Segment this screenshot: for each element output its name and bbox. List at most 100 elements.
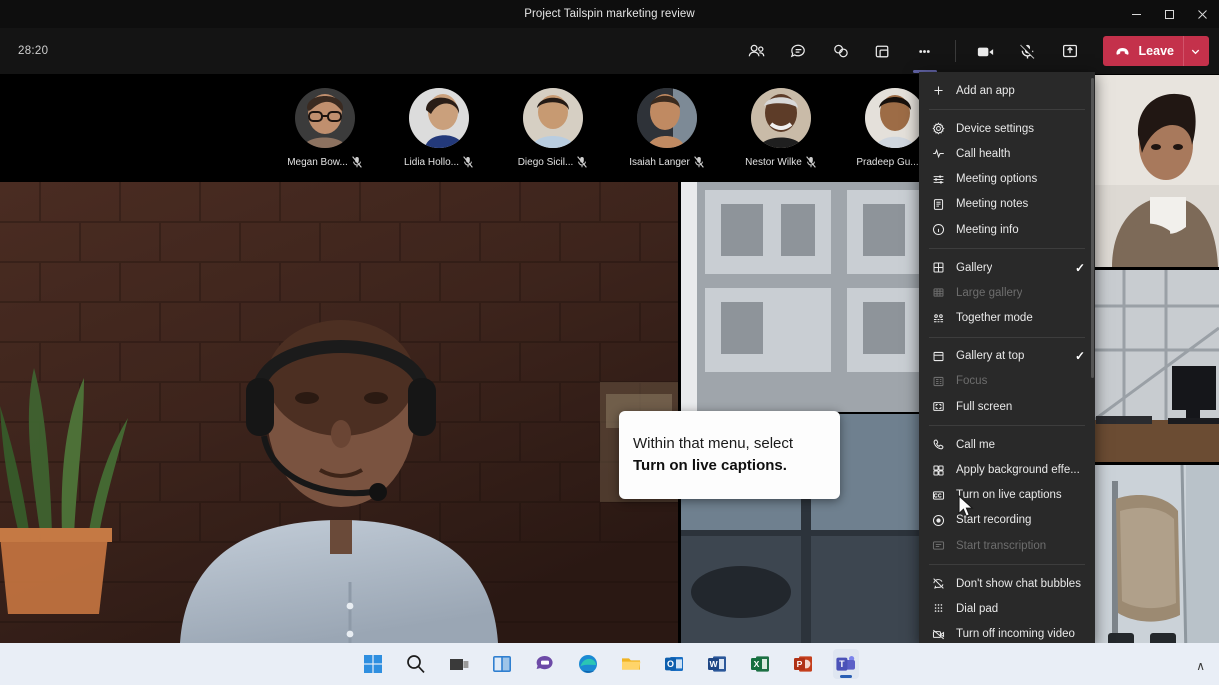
menu-item-label: Apply background effe... <box>956 464 1080 477</box>
edge-button[interactable] <box>575 649 601 679</box>
chat-button[interactable] <box>532 649 558 679</box>
word-button[interactable]: W <box>704 649 730 679</box>
breakout-rooms-button[interactable] <box>864 34 902 68</box>
menu-item-label: Turn on live captions <box>956 489 1062 502</box>
menu-item-dont-show-chat-bubbles[interactable]: Don't show chat bubbles <box>919 571 1095 596</box>
avatar[interactable] <box>636 88 697 148</box>
captions-icon <box>932 489 949 502</box>
participant-name-row: Isaiah Langer <box>629 156 704 168</box>
file-explorer-icon <box>622 658 641 670</box>
menu-item-together-mode[interactable]: Together mode <box>919 306 1095 331</box>
participant-card[interactable]: Diego Sicil... <box>517 88 589 168</box>
menu-item-label: Meeting options <box>956 173 1038 186</box>
callout-line-2: Turn on live captions. <box>633 457 787 474</box>
share-button[interactable] <box>1051 34 1089 68</box>
menu-item-focus: Focus <box>919 369 1095 394</box>
menu-item-call-health[interactable]: Call health <box>919 141 1095 166</box>
excel-button[interactable]: X <box>747 649 773 679</box>
plus-icon <box>932 84 949 97</box>
video-tile-participant-5[interactable] <box>1094 270 1219 462</box>
participant-card[interactable]: Lidia Hollo... <box>403 88 475 168</box>
avatar[interactable] <box>864 88 925 148</box>
meeting-toolbar: 28:20 Leave <box>0 28 1219 74</box>
reactions-button[interactable] <box>822 34 860 68</box>
menu-item-meeting-notes[interactable]: Meeting notes <box>919 192 1095 217</box>
mic-muted-icon <box>351 156 362 168</box>
menu-item-label: Device settings <box>956 122 1034 135</box>
more-actions-menu[interactable]: Add an app Device settings Call health Meet… <box>919 72 1095 645</box>
minimize-button[interactable] <box>1120 0 1153 28</box>
participant-card[interactable]: Nestor Wilke <box>745 88 817 168</box>
avatar-image <box>636 88 697 148</box>
edge-icon <box>579 655 597 673</box>
check-icon: ✓ <box>1074 349 1085 364</box>
video-tile-main-speaker[interactable] <box>0 182 678 643</box>
menu-item-label: Together mode <box>956 312 1033 325</box>
show-hidden-icons-button[interactable]: ∧ <box>1196 659 1205 673</box>
search-button[interactable] <box>403 649 429 679</box>
avatar-image <box>522 88 583 148</box>
callout-line-1: Within that menu, select <box>633 435 794 452</box>
avatar-image <box>750 88 811 148</box>
menu-item-full-screen[interactable]: Full screen <box>919 394 1095 419</box>
pulse-icon <box>932 147 949 160</box>
start-button[interactable] <box>360 649 386 679</box>
menu-item-start-recording[interactable]: Start recording <box>919 508 1095 533</box>
svg-text:P: P <box>797 659 803 669</box>
menu-separator <box>929 564 1085 566</box>
video-tile-participant-6[interactable] <box>1094 465 1219 657</box>
mic-muted-icon <box>806 156 816 168</box>
transcription-icon <box>932 539 949 552</box>
menu-item-apply-background[interactable]: Apply background effe... <box>919 457 1095 482</box>
menu-item-meeting-options[interactable]: Meeting options <box>919 167 1095 192</box>
task-view-button[interactable] <box>446 649 472 679</box>
camera-button[interactable] <box>967 34 1005 68</box>
menu-item-meeting-info[interactable]: Meeting info <box>919 217 1095 242</box>
more-actions-button[interactable] <box>906 34 944 73</box>
chat-button[interactable] <box>780 34 818 68</box>
video-tile-participant-4[interactable] <box>1094 75 1219 267</box>
leave-dropdown-button[interactable] <box>1183 36 1207 66</box>
maximize-button[interactable] <box>1153 0 1186 28</box>
check-icon: ✓ <box>1074 260 1085 275</box>
menu-item-gallery-at-top[interactable]: Gallery at top ✓ <box>919 344 1095 369</box>
toolbar-divider <box>954 40 956 62</box>
avatar[interactable] <box>408 88 469 148</box>
menu-item-add-an-app[interactable]: Add an app <box>919 78 1095 103</box>
participant-name: Pradeep Gu... <box>856 156 919 168</box>
menu-item-device-settings[interactable]: Device settings <box>919 116 1095 141</box>
avatar[interactable] <box>750 88 811 148</box>
participant-name-row: Nestor Wilke <box>745 156 816 168</box>
menu-item-label: Meeting notes <box>956 198 1029 211</box>
menu-item-dial-pad[interactable]: Dial pad <box>919 596 1095 621</box>
grid-icon <box>932 261 949 274</box>
widgets-button[interactable] <box>489 649 515 679</box>
leave-button[interactable]: Leave <box>1102 36 1209 66</box>
powerpoint-button[interactable]: P <box>790 649 816 679</box>
mic-muted-icon <box>693 156 704 168</box>
menu-item-label: Gallery at top <box>956 350 1025 363</box>
participant-card[interactable]: Megan Bow... <box>287 88 362 168</box>
outlook-button[interactable]: O <box>661 649 687 679</box>
menu-item-call-me[interactable]: Call me <box>919 432 1095 457</box>
mic-muted-icon <box>577 156 588 168</box>
leave-label: Leave <box>1138 44 1174 58</box>
people-button[interactable] <box>738 34 776 68</box>
teams-button[interactable]: T <box>833 649 859 679</box>
menu-item-label: Gallery <box>956 261 993 274</box>
menu-item-turn-off-incoming-video[interactable]: Turn off incoming video <box>919 622 1095 645</box>
avatar[interactable] <box>294 88 355 148</box>
menu-item-gallery[interactable]: Gallery ✓ <box>919 255 1095 280</box>
participant-name: Isaiah Langer <box>629 156 690 168</box>
menu-item-turn-on-live-captions[interactable]: Turn on live captions <box>919 483 1095 508</box>
close-button[interactable] <box>1186 0 1219 28</box>
avatar[interactable] <box>522 88 583 148</box>
window-controls <box>1120 0 1219 28</box>
svg-text:T: T <box>839 659 845 669</box>
chat-bubble-off-icon <box>932 577 949 590</box>
participant-card[interactable]: Isaiah Langer <box>629 88 704 168</box>
search-icon <box>407 655 425 673</box>
menu-item-label: Call me <box>956 438 995 451</box>
file-explorer-button[interactable] <box>618 649 644 679</box>
mic-button[interactable] <box>1009 34 1047 68</box>
